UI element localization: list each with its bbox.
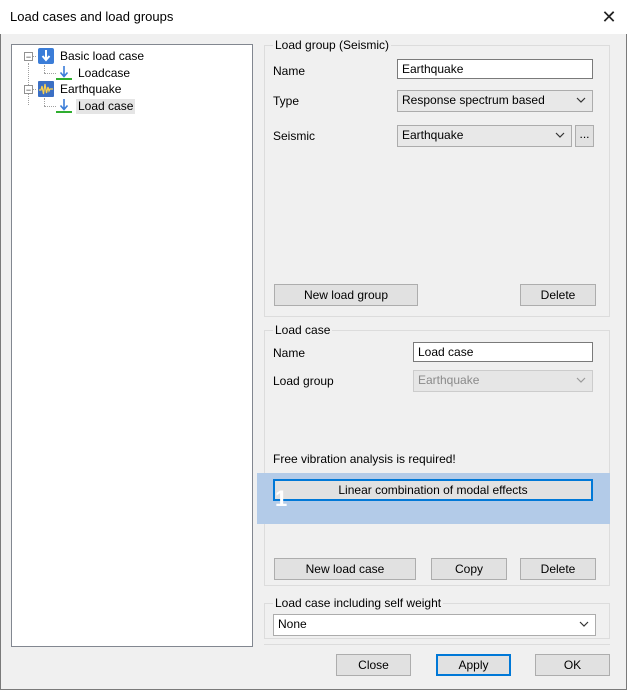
load-case-legend: Load case [273,323,333,337]
load-group-dropdown: Earthquake [413,370,593,392]
load-group-label: Load group [273,374,334,388]
load-group-name-label: Name [273,64,306,78]
step-badge: 1 [275,486,288,511]
collapse-toggle[interactable]: − [24,52,33,62]
tree-item-label: Loadcase [78,65,131,80]
type-label: Type [273,94,300,108]
linear-combination-button[interactable]: Linear combination of modal effects [273,479,593,501]
seismic-browse-button[interactable]: ... [575,125,594,147]
new-load-group-button[interactable]: New load group [274,284,418,306]
load-case-name-field[interactable]: Load case [413,342,593,362]
self-weight-dropdown-value: None [278,617,307,631]
load-group-dropdown-value: Earthquake [418,373,480,387]
type-dropdown[interactable]: Response spectrum based [397,90,593,112]
seismic-label: Seismic [273,129,316,143]
tree-connector [44,65,45,73]
tree-item-basic-load-case[interactable]: Basic load case [38,48,146,64]
chevron-down-icon [579,621,589,627]
copy-button[interactable]: Copy [431,558,507,580]
delete-load-group-button[interactable]: Delete [520,284,596,306]
load-arrow-icon [38,48,54,64]
self-weight-legend: Load case including self weight [273,596,444,610]
seismic-icon [38,81,54,97]
footer-divider [264,644,610,645]
tree-item-earthquake[interactable]: Earthquake [38,81,123,97]
load-group-legend: Load group (Seismic) [273,38,392,52]
load-group-panel: Load group (Seismic) [264,38,610,317]
tree-connector [44,98,45,106]
tree-item-label: Earthquake [60,81,122,96]
dialog-title: Load cases and load groups [10,9,174,24]
load-group-name-field[interactable]: Earthquake [397,59,593,79]
new-load-case-button[interactable]: New load case [274,558,416,580]
tree-connector [44,106,56,107]
tree-connector [28,63,29,105]
tree-item-loadcase[interactable]: Loadcase [56,65,132,81]
load-case-icon [56,99,72,113]
chevron-down-icon [576,97,586,103]
load-case-name-label: Name [273,346,306,360]
seismic-dropdown[interactable]: Earthquake [397,125,572,147]
seismic-dropdown-value: Earthquake [402,128,464,142]
tree-connector [44,73,56,74]
chevron-down-icon [555,132,565,138]
vibration-notice: Free vibration analysis is required! [273,452,456,466]
chevron-down-icon [576,377,586,383]
load-tree[interactable]: − Basic load case Loadcase − Earthquake … [11,44,253,647]
tree-item-load-case[interactable]: Load case [56,98,136,114]
ok-button[interactable]: OK [535,654,610,676]
tree-item-label: Basic load case [60,48,145,63]
tree-item-label: Load case [76,98,136,114]
collapse-toggle[interactable]: − [24,85,33,95]
close-button[interactable]: Close [336,654,411,676]
delete-load-case-button[interactable]: Delete [520,558,596,580]
self-weight-dropdown[interactable]: None [273,614,596,636]
type-dropdown-value: Response spectrum based [402,93,545,107]
apply-button[interactable]: Apply [436,654,511,676]
load-case-icon [56,66,72,80]
close-icon[interactable]: ✕ [596,4,622,30]
